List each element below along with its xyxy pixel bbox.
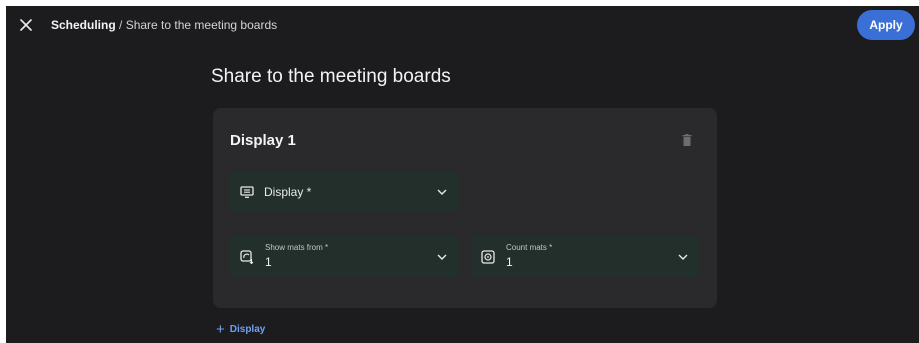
display-icon bbox=[240, 186, 254, 198]
chevron-down-icon bbox=[678, 254, 688, 260]
plus-icon: + bbox=[216, 320, 225, 338]
count-mats-value: 1 bbox=[506, 255, 513, 269]
breadcrumb-root-link[interactable]: Scheduling bbox=[51, 18, 116, 32]
show-mats-from-value: 1 bbox=[265, 255, 272, 269]
add-display-button[interactable]: + Display bbox=[216, 320, 266, 338]
top-bar: Scheduling / Share to the meeting boards… bbox=[6, 6, 919, 44]
display-card: Display 1 Display * Show mats from * 1 C… bbox=[213, 108, 717, 308]
breadcrumb: Scheduling / Share to the meeting boards bbox=[51, 17, 277, 33]
display-select-label: Display * bbox=[264, 185, 312, 199]
chevron-down-icon bbox=[437, 254, 447, 260]
add-display-label: Display bbox=[229, 324, 266, 335]
close-icon bbox=[20, 19, 32, 31]
display-card-title: Display 1 bbox=[230, 132, 296, 149]
display-select[interactable]: Display * bbox=[230, 172, 459, 212]
count-mats-select[interactable]: Count mats * 1 bbox=[471, 236, 700, 277]
page-title: Share to the meeting boards bbox=[211, 66, 451, 87]
app-window: Scheduling / Share to the meeting boards… bbox=[6, 6, 919, 343]
breadcrumb-separator: / bbox=[115, 18, 126, 32]
show-mats-from-label: Show mats from * bbox=[265, 243, 329, 252]
close-button[interactable] bbox=[18, 17, 34, 33]
counter-icon bbox=[481, 249, 495, 264]
count-mats-label: Count mats * bbox=[506, 243, 553, 252]
show-mats-from-select[interactable]: Show mats from * 1 bbox=[230, 236, 459, 277]
apply-button[interactable]: Apply bbox=[857, 10, 915, 40]
breadcrumb-current: Share to the meeting boards bbox=[125, 18, 278, 32]
chevron-down-icon bbox=[437, 189, 447, 195]
mat-source-icon bbox=[240, 249, 254, 264]
trash-icon[interactable] bbox=[682, 134, 692, 146]
